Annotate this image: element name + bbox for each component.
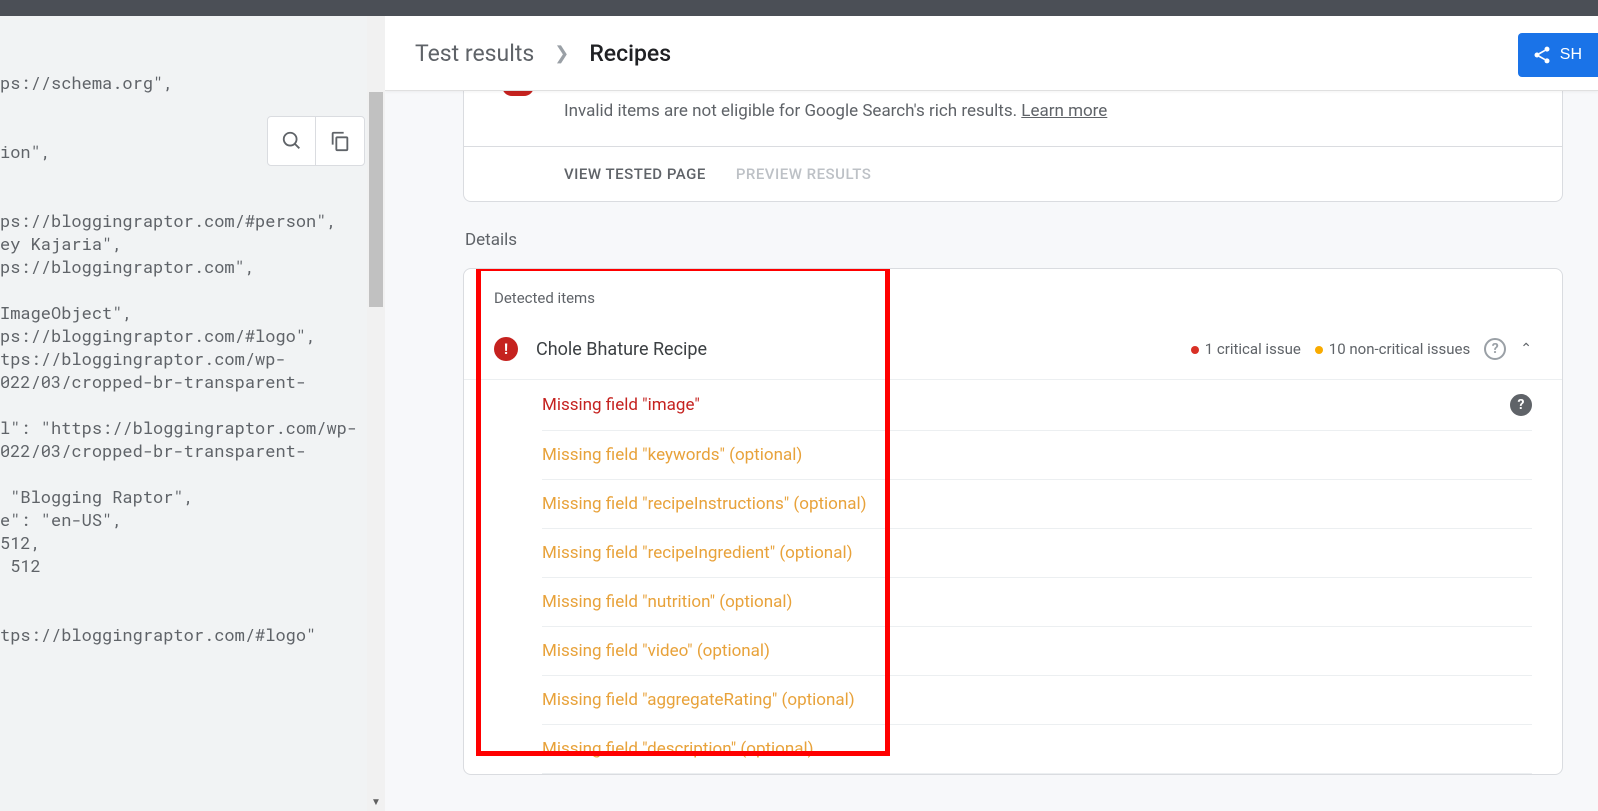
detected-items-label: Detected items (464, 269, 1562, 319)
learn-more-link[interactable]: Learn more (1021, 101, 1107, 121)
window-top-bar (0, 0, 1598, 16)
red-dot-icon (1191, 346, 1199, 354)
issue-row[interactable]: Missing field "description" (optional) (542, 725, 1532, 774)
search-icon (281, 130, 303, 152)
eligibility-message: Invalid items are not eligible for Googl… (564, 101, 1021, 121)
share-button[interactable]: SH (1518, 33, 1598, 77)
critical-issue-count: 1 critical issue (1191, 340, 1301, 358)
help-icon[interactable]: ? (1484, 338, 1506, 360)
issue-text: Missing field "video" (optional) (542, 641, 770, 661)
details-heading: Details (465, 230, 1563, 250)
share-icon (1532, 45, 1552, 65)
issue-list: Missing field "image"? Missing field "key… (464, 380, 1562, 774)
issue-row[interactable]: Missing field "keywords" (optional) (542, 431, 1532, 480)
issue-text: Missing field "image" (542, 395, 700, 415)
breadcrumb: Test results ❯ Recipes (415, 40, 671, 67)
issue-stats: 1 critical issue 10 non-critical issues … (1191, 338, 1532, 360)
issue-text: Missing field "keywords" (optional) (542, 445, 802, 465)
results-panel: Test results ❯ Recipes SH Invalid items … (385, 16, 1598, 811)
eligibility-card: Invalid items are not eligible for Googl… (463, 91, 1563, 202)
issue-row[interactable]: Missing field "nutrition" (optional) (542, 578, 1532, 627)
page-header: Test results ❯ Recipes SH (385, 16, 1598, 91)
issue-row[interactable]: Missing field "image"? (542, 380, 1532, 431)
scroll-down-icon[interactable]: ▼ (367, 793, 385, 811)
issue-row[interactable]: Missing field "video" (optional) (542, 627, 1532, 676)
error-badge-icon: ! (494, 337, 518, 361)
code-snippet[interactable]: ps://schema.org", ion", ps://bloggingrap… (0, 16, 385, 666)
issue-text: Missing field "recipeInstructions" (opti… (542, 494, 867, 514)
breadcrumb-current: Recipes (589, 40, 671, 67)
eligibility-message-row: Invalid items are not eligible for Googl… (464, 91, 1562, 146)
collapse-icon[interactable]: ⌃ (1520, 341, 1532, 357)
copy-code-button[interactable] (316, 117, 364, 165)
code-scrollbar[interactable]: ▲ ▼ (367, 16, 385, 811)
error-icon (502, 91, 534, 96)
content-area: Invalid items are not eligible for Googl… (385, 91, 1598, 811)
detected-item-row[interactable]: ! Chole Bhature Recipe 1 critical issue … (464, 319, 1562, 380)
code-toolbar (267, 116, 365, 166)
detected-item-title: Chole Bhature Recipe (536, 339, 1173, 360)
issue-row[interactable]: Missing field "recipeIngredient" (option… (542, 529, 1532, 578)
issue-text: Missing field "aggregateRating" (optiona… (542, 690, 855, 710)
details-card: Detected items ! Chole Bhature Recipe 1 … (463, 268, 1563, 775)
share-label: SH (1560, 46, 1582, 64)
issue-row[interactable]: Missing field "aggregateRating" (optiona… (542, 676, 1532, 725)
search-code-button[interactable] (268, 117, 316, 165)
breadcrumb-root[interactable]: Test results (415, 40, 534, 67)
issue-text: Missing field "nutrition" (optional) (542, 592, 792, 612)
orange-dot-icon (1315, 346, 1323, 354)
issue-text: Missing field "recipeIngredient" (option… (542, 543, 853, 563)
copy-icon (329, 130, 351, 152)
noncritical-issue-count: 10 non-critical issues (1315, 340, 1470, 358)
issue-row[interactable]: Missing field "recipeInstructions" (opti… (542, 480, 1532, 529)
source-code-panel: ps://schema.org", ion", ps://bloggingrap… (0, 16, 385, 811)
view-tested-page-button[interactable]: VIEW TESTED PAGE (564, 165, 706, 183)
scrollbar-thumb[interactable] (369, 92, 383, 307)
main-container: ps://schema.org", ion", ps://bloggingrap… (0, 16, 1598, 811)
card-actions: VIEW TESTED PAGE PREVIEW RESULTS (464, 146, 1562, 201)
preview-results-button: PREVIEW RESULTS (736, 165, 872, 183)
issue-text: Missing field "description" (optional) (542, 739, 814, 759)
chevron-right-icon: ❯ (554, 43, 569, 64)
help-icon[interactable]: ? (1510, 394, 1532, 416)
